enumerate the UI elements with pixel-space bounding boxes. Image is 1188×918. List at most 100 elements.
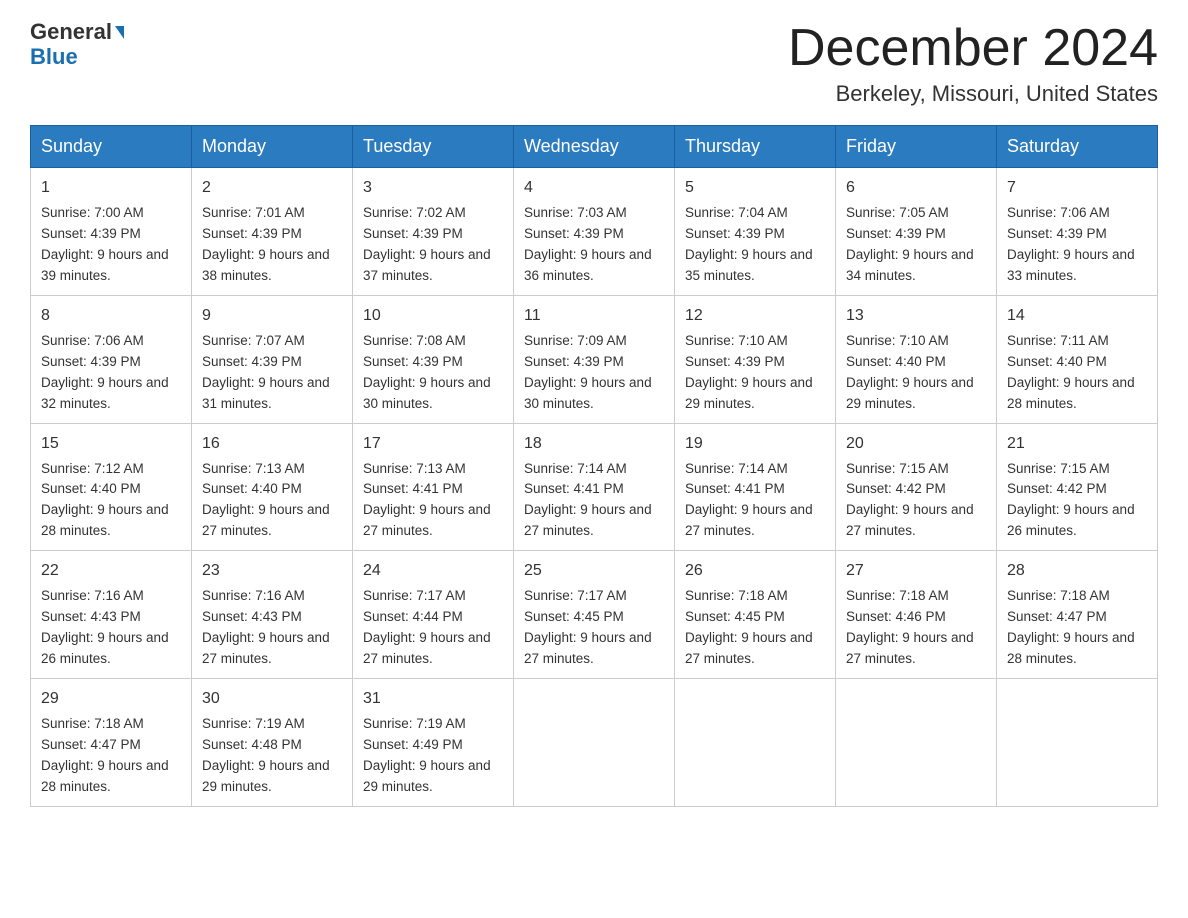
calendar-cell: 2 Sunrise: 7:01 AMSunset: 4:39 PMDaylight… <box>192 168 353 296</box>
day-info: Sunrise: 7:11 AMSunset: 4:40 PMDaylight:… <box>1007 331 1147 415</box>
day-info: Sunrise: 7:14 AMSunset: 4:41 PMDaylight:… <box>524 459 664 543</box>
day-info: Sunrise: 7:05 AMSunset: 4:39 PMDaylight:… <box>846 203 986 287</box>
day-number: 7 <box>1007 176 1147 200</box>
day-info: Sunrise: 7:19 AMSunset: 4:48 PMDaylight:… <box>202 714 342 798</box>
calendar-cell: 30 Sunrise: 7:19 AMSunset: 4:48 PMDayligh… <box>192 678 353 806</box>
month-title: December 2024 <box>788 20 1158 77</box>
calendar-cell: 18Sunrise: 7:14 AMSunset: 4:41 PMDayligh… <box>514 423 675 551</box>
calendar-cell: 29 Sunrise: 7:18 AMSunset: 4:47 PMDayligh… <box>31 678 192 806</box>
day-info: Sunrise: 7:08 AMSunset: 4:39 PMDaylight:… <box>363 331 503 415</box>
weekday-header-thursday: Thursday <box>675 126 836 168</box>
calendar-cell: 23 Sunrise: 7:16 AMSunset: 4:43 PMDayligh… <box>192 551 353 679</box>
weekday-header-row: SundayMondayTuesdayWednesdayThursdayFrid… <box>31 126 1158 168</box>
calendar-cell: 26Sunrise: 7:18 AMSunset: 4:45 PMDayligh… <box>675 551 836 679</box>
weekday-header-friday: Friday <box>836 126 997 168</box>
day-info: Sunrise: 7:10 AMSunset: 4:39 PMDaylight:… <box>685 331 825 415</box>
calendar-cell: 13 Sunrise: 7:10 AMSunset: 4:40 PMDayligh… <box>836 295 997 423</box>
day-number: 23 <box>202 559 342 583</box>
day-number: 20 <box>846 432 986 456</box>
day-number: 22 <box>41 559 181 583</box>
day-info: Sunrise: 7:12 AMSunset: 4:40 PMDaylight:… <box>41 459 181 543</box>
day-info: Sunrise: 7:17 AMSunset: 4:44 PMDaylight:… <box>363 586 503 670</box>
location-title: Berkeley, Missouri, United States <box>788 81 1158 107</box>
calendar-cell: 10 Sunrise: 7:08 AMSunset: 4:39 PMDayligh… <box>353 295 514 423</box>
day-info: Sunrise: 7:10 AMSunset: 4:40 PMDaylight:… <box>846 331 986 415</box>
calendar-cell: 22 Sunrise: 7:16 AMSunset: 4:43 PMDayligh… <box>31 551 192 679</box>
day-number: 3 <box>363 176 503 200</box>
logo-text-line1: General <box>30 20 124 44</box>
weekday-header-monday: Monday <box>192 126 353 168</box>
day-number: 16 <box>202 432 342 456</box>
calendar-cell: 24 Sunrise: 7:17 AMSunset: 4:44 PMDayligh… <box>353 551 514 679</box>
day-info: Sunrise: 7:17 AMSunset: 4:45 PMDaylight:… <box>524 586 664 670</box>
day-info: Sunrise: 7:15 AMSunset: 4:42 PMDaylight:… <box>1007 459 1147 543</box>
day-number: 13 <box>846 304 986 328</box>
day-info: Sunrise: 7:18 AMSunset: 4:47 PMDaylight:… <box>1007 586 1147 670</box>
calendar-week-row: 15Sunrise: 7:12 AMSunset: 4:40 PMDayligh… <box>31 423 1158 551</box>
day-info: Sunrise: 7:18 AMSunset: 4:46 PMDaylight:… <box>846 586 986 670</box>
calendar-cell: 5 Sunrise: 7:04 AMSunset: 4:39 PMDaylight… <box>675 168 836 296</box>
day-info: Sunrise: 7:13 AMSunset: 4:40 PMDaylight:… <box>202 459 342 543</box>
calendar-cell <box>514 678 675 806</box>
calendar-week-row: 22 Sunrise: 7:16 AMSunset: 4:43 PMDayligh… <box>31 551 1158 679</box>
day-number: 26 <box>685 559 825 583</box>
calendar-table: SundayMondayTuesdayWednesdayThursdayFrid… <box>30 125 1158 806</box>
logo: General Blue <box>30 20 124 70</box>
day-info: Sunrise: 7:03 AMSunset: 4:39 PMDaylight:… <box>524 203 664 287</box>
calendar-cell: 15Sunrise: 7:12 AMSunset: 4:40 PMDayligh… <box>31 423 192 551</box>
calendar-cell: 3 Sunrise: 7:02 AMSunset: 4:39 PMDaylight… <box>353 168 514 296</box>
calendar-cell <box>675 678 836 806</box>
day-number: 10 <box>363 304 503 328</box>
day-number: 29 <box>41 687 181 711</box>
day-number: 24 <box>363 559 503 583</box>
day-info: Sunrise: 7:02 AMSunset: 4:39 PMDaylight:… <box>363 203 503 287</box>
day-number: 5 <box>685 176 825 200</box>
day-number: 12 <box>685 304 825 328</box>
day-number: 19 <box>685 432 825 456</box>
calendar-cell: 19 Sunrise: 7:14 AMSunset: 4:41 PMDayligh… <box>675 423 836 551</box>
day-number: 9 <box>202 304 342 328</box>
day-info: Sunrise: 7:04 AMSunset: 4:39 PMDaylight:… <box>685 203 825 287</box>
day-number: 21 <box>1007 432 1147 456</box>
calendar-cell: 9 Sunrise: 7:07 AMSunset: 4:39 PMDaylight… <box>192 295 353 423</box>
day-info: Sunrise: 7:09 AMSunset: 4:39 PMDaylight:… <box>524 331 664 415</box>
day-info: Sunrise: 7:07 AMSunset: 4:39 PMDaylight:… <box>202 331 342 415</box>
day-info: Sunrise: 7:18 AMSunset: 4:47 PMDaylight:… <box>41 714 181 798</box>
weekday-header-sunday: Sunday <box>31 126 192 168</box>
day-number: 31 <box>363 687 503 711</box>
day-info: Sunrise: 7:14 AMSunset: 4:41 PMDaylight:… <box>685 459 825 543</box>
weekday-header-saturday: Saturday <box>997 126 1158 168</box>
calendar-cell: 27 Sunrise: 7:18 AMSunset: 4:46 PMDayligh… <box>836 551 997 679</box>
day-info: Sunrise: 7:16 AMSunset: 4:43 PMDaylight:… <box>41 586 181 670</box>
day-number: 8 <box>41 304 181 328</box>
calendar-cell: 8 Sunrise: 7:06 AMSunset: 4:39 PMDaylight… <box>31 295 192 423</box>
calendar-cell: 28 Sunrise: 7:18 AMSunset: 4:47 PMDayligh… <box>997 551 1158 679</box>
calendar-cell: 16 Sunrise: 7:13 AMSunset: 4:40 PMDayligh… <box>192 423 353 551</box>
page-header: General Blue December 2024 Berkeley, Mis… <box>30 20 1158 107</box>
day-info: Sunrise: 7:00 AMSunset: 4:39 PMDaylight:… <box>41 203 181 287</box>
day-number: 2 <box>202 176 342 200</box>
calendar-cell: 12 Sunrise: 7:10 AMSunset: 4:39 PMDayligh… <box>675 295 836 423</box>
day-info: Sunrise: 7:06 AMSunset: 4:39 PMDaylight:… <box>1007 203 1147 287</box>
calendar-cell <box>997 678 1158 806</box>
weekday-header-wednesday: Wednesday <box>514 126 675 168</box>
calendar-cell: 17Sunrise: 7:13 AMSunset: 4:41 PMDayligh… <box>353 423 514 551</box>
day-info: Sunrise: 7:06 AMSunset: 4:39 PMDaylight:… <box>41 331 181 415</box>
day-number: 27 <box>846 559 986 583</box>
day-info: Sunrise: 7:16 AMSunset: 4:43 PMDaylight:… <box>202 586 342 670</box>
day-info: Sunrise: 7:13 AMSunset: 4:41 PMDaylight:… <box>363 459 503 543</box>
day-number: 14 <box>1007 304 1147 328</box>
day-number: 6 <box>846 176 986 200</box>
day-number: 28 <box>1007 559 1147 583</box>
calendar-week-row: 1Sunrise: 7:00 AMSunset: 4:39 PMDaylight… <box>31 168 1158 296</box>
logo-text-line2: Blue <box>30 44 78 70</box>
day-number: 30 <box>202 687 342 711</box>
calendar-cell: 11 Sunrise: 7:09 AMSunset: 4:39 PMDayligh… <box>514 295 675 423</box>
day-info: Sunrise: 7:01 AMSunset: 4:39 PMDaylight:… <box>202 203 342 287</box>
calendar-cell: 25 Sunrise: 7:17 AMSunset: 4:45 PMDayligh… <box>514 551 675 679</box>
day-number: 25 <box>524 559 664 583</box>
day-info: Sunrise: 7:19 AMSunset: 4:49 PMDaylight:… <box>363 714 503 798</box>
day-number: 11 <box>524 304 664 328</box>
calendar-cell: 7 Sunrise: 7:06 AMSunset: 4:39 PMDaylight… <box>997 168 1158 296</box>
calendar-cell: 14 Sunrise: 7:11 AMSunset: 4:40 PMDayligh… <box>997 295 1158 423</box>
